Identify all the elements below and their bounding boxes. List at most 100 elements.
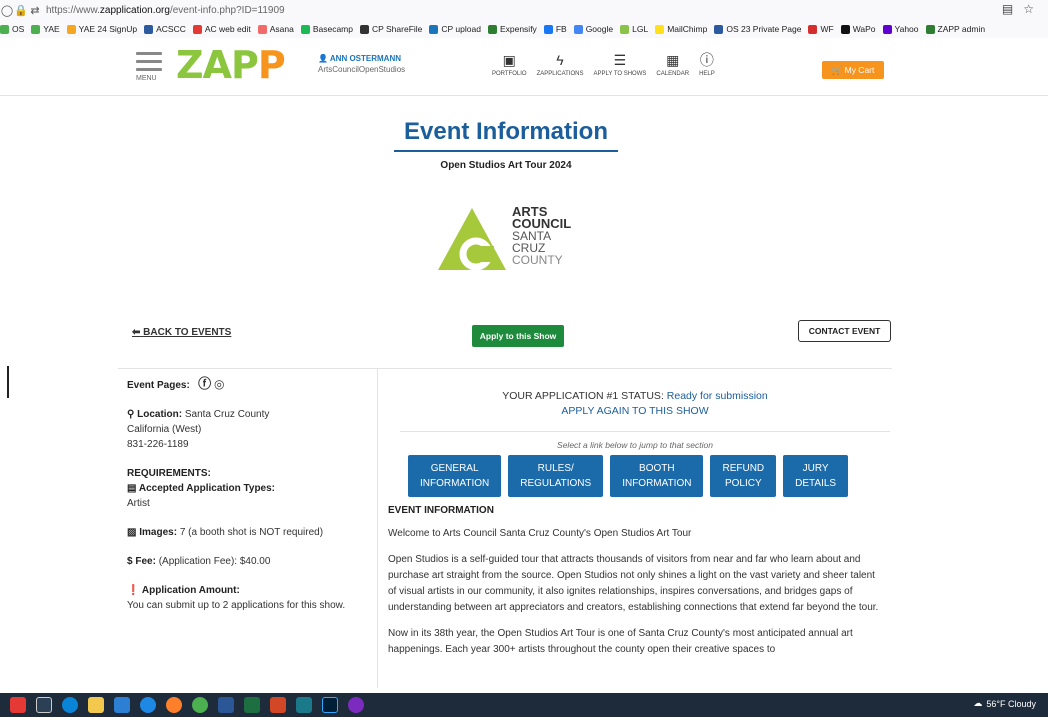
page-title: Event Information (403, 118, 608, 145)
dollar-icon: $ (127, 556, 133, 567)
cloud-icon: ☁ (973, 698, 983, 708)
history-paragraph: Now in its 38th year, the Open Studios A… (388, 628, 853, 655)
section-tabs: GENERAL INFORMATION RULES/REGULATIONS BOOTH… (408, 455, 882, 497)
images-row: ▨ Images: 7 (a booth shot is NOT require… (127, 527, 324, 538)
event-sidebar: Event Pages: ⓕ ◎ ⚲ Location: Santa Cruz … (118, 368, 378, 688)
powerpoint-icon[interactable] (270, 697, 286, 713)
bookmark-favicon-icon (925, 24, 935, 34)
bookmark-label: YAE (43, 24, 60, 34)
apply-to-show-button[interactable]: Apply to this Show (472, 325, 564, 347)
task-view-icon[interactable] (36, 697, 52, 713)
url-text[interactable]: https://www.zapplication.org/event-info.… (46, 5, 285, 16)
excel-icon[interactable] (244, 697, 260, 713)
bookmark-label: AC web edit (204, 24, 251, 34)
bookmark-item[interactable]: WF (808, 24, 834, 34)
lock-icon[interactable]: 🔒 (14, 4, 28, 17)
bookmark-item[interactable]: MailChimp (655, 24, 707, 34)
location-pin-icon: ⚲ (127, 409, 135, 420)
arts-council-c-mark (438, 208, 506, 271)
bookmark-item[interactable]: Expensify (487, 24, 537, 34)
tab-rules-regulations[interactable]: RULES/REGULATIONS (508, 455, 604, 497)
nav-zapplications[interactable]: ϟ ZAPPLICATIONS (537, 52, 584, 77)
calendar-icon: ▦ (666, 52, 680, 68)
bookmark-item[interactable]: FB (543, 24, 567, 34)
bookmark-item[interactable]: Google (573, 24, 613, 34)
tab-jury-details[interactable]: JURY DETAILS (783, 455, 849, 497)
bookmark-item[interactable]: ACSCC (144, 24, 186, 34)
bookmark-item[interactable]: CP ShareFile (360, 24, 422, 34)
nav-apply-to-shows[interactable]: ☰ APPLY TO SHOWS (593, 52, 646, 77)
nav-label: ZAPPLICATIONS (536, 71, 584, 77)
user-profile[interactable]: 👤 ANN OSTERMANN ArtsCouncilOpenStudios (318, 54, 405, 74)
menu-button[interactable]: MENU (136, 52, 162, 82)
bookmark-favicon-icon (257, 24, 267, 34)
app-icon-2[interactable] (348, 697, 364, 713)
instagram-icon[interactable]: ◎ (214, 377, 224, 391)
bookmark-item[interactable]: YAE (31, 24, 60, 34)
word-icon[interactable] (218, 697, 234, 713)
facebook-icon[interactable]: ⓕ (198, 376, 211, 391)
windows-taskbar: ☁ 56°F Cloudy (0, 693, 1048, 717)
shield-icon[interactable]: ◯ (0, 4, 14, 17)
section-heading: EVENT INFORMATION (388, 505, 494, 516)
bookmark-item[interactable]: LGL (620, 24, 648, 34)
store-icon[interactable] (114, 697, 130, 713)
apply-again-link[interactable]: APPLY AGAIN TO THIS SHOW (561, 405, 708, 417)
edge-icon[interactable] (62, 697, 78, 713)
bookmark-item[interactable]: ZAPP admin (925, 24, 985, 34)
bookmark-item[interactable]: OS 23 Private Page (714, 24, 801, 34)
bookmark-item[interactable]: Basecamp (300, 24, 353, 34)
bookmark-item[interactable]: Asana (257, 24, 294, 34)
tab-label: RULES/REGULATIONS (520, 463, 592, 489)
chrome-icon[interactable] (192, 697, 208, 713)
bookmark-favicon-icon (573, 24, 583, 34)
bookmark-star-icon[interactable]: ☆ (1023, 2, 1034, 16)
bookmark-item[interactable]: AC web edit (192, 24, 251, 34)
file-explorer-icon[interactable] (88, 697, 104, 713)
bookmark-favicon-icon (300, 24, 310, 34)
my-cart-button[interactable]: 🛒 My Cart (822, 61, 884, 79)
fee-row: $ Fee: (Application Fee): $40.00 (127, 556, 271, 567)
arts-council-logo: ARTS COUNCIL SANTA CRUZ COUNTY (436, 205, 596, 272)
bookmark-item[interactable]: OS (0, 24, 24, 34)
contact-event-button[interactable]: CONTACT EVENT (798, 320, 891, 342)
info-icon: ⓘ (699, 52, 714, 68)
reader-view-icon[interactable]: ▤ (1002, 2, 1013, 16)
tab-booth-information[interactable]: BOOTH INFORMATION (610, 455, 704, 497)
briefcase-icon: ▣ (502, 52, 516, 68)
bookmark-label: OS (12, 24, 25, 34)
bookmark-item[interactable]: YAE 24 SignUp (66, 24, 137, 34)
bookmark-favicon-icon (840, 24, 850, 34)
start-app-icon[interactable] (10, 697, 26, 713)
nav-help[interactable]: ⓘ HELP (699, 52, 715, 77)
publisher-icon[interactable] (296, 697, 312, 713)
bookmark-favicon-icon (882, 24, 892, 34)
requirements-row: REQUIREMENTS: ▤ Accepted Application Typ… (127, 468, 276, 509)
nav-label: APPLY TO SHOWS (593, 71, 647, 77)
tab-refund-policy[interactable]: REFUND POLICY (710, 455, 777, 497)
bookmark-item[interactable]: Yahoo (882, 24, 919, 34)
application-status: YOUR APPLICATION #1 STATUS: Ready for su… (502, 390, 768, 417)
nav-calendar[interactable]: ▦ CALENDAR (656, 52, 689, 77)
back-to-events-link[interactable]: ⬅ BACK TO EVENTS (132, 327, 231, 338)
tab-label: GENERAL INFORMATION (420, 463, 490, 489)
permissions-icon[interactable]: ⇄ (28, 4, 42, 17)
document-icon: ▤ (127, 483, 137, 494)
tab-label: REFUND POLICY (722, 463, 765, 489)
app-icon[interactable] (140, 697, 156, 713)
tab-general-information[interactable]: GENERAL INFORMATION (408, 455, 502, 497)
divider (400, 431, 890, 432)
photoshop-icon[interactable] (322, 697, 338, 713)
browser-url-bar[interactable]: ◯ 🔒 ⇄ https://www.zapplication.org/event… (0, 0, 1048, 20)
nav-portfolio[interactable]: ▣ PORTFOLIO (492, 52, 527, 77)
bookmark-label: Yahoo (894, 24, 919, 34)
firefox-icon[interactable] (166, 697, 182, 713)
phone-value: 831-226-1189 (127, 439, 189, 450)
weather-widget[interactable]: ☁ 56°F Cloudy (973, 698, 1036, 709)
bookmark-item[interactable]: WaPo (840, 24, 876, 34)
menu-label: MENU (136, 75, 157, 82)
bookmark-item[interactable]: CP upload (429, 24, 481, 34)
zapp-logo[interactable]: ZAPP (176, 46, 286, 84)
location-value: Santa Cruz County (184, 409, 270, 420)
application-amount-value: You can submit up to 2 applications for … (127, 600, 346, 611)
